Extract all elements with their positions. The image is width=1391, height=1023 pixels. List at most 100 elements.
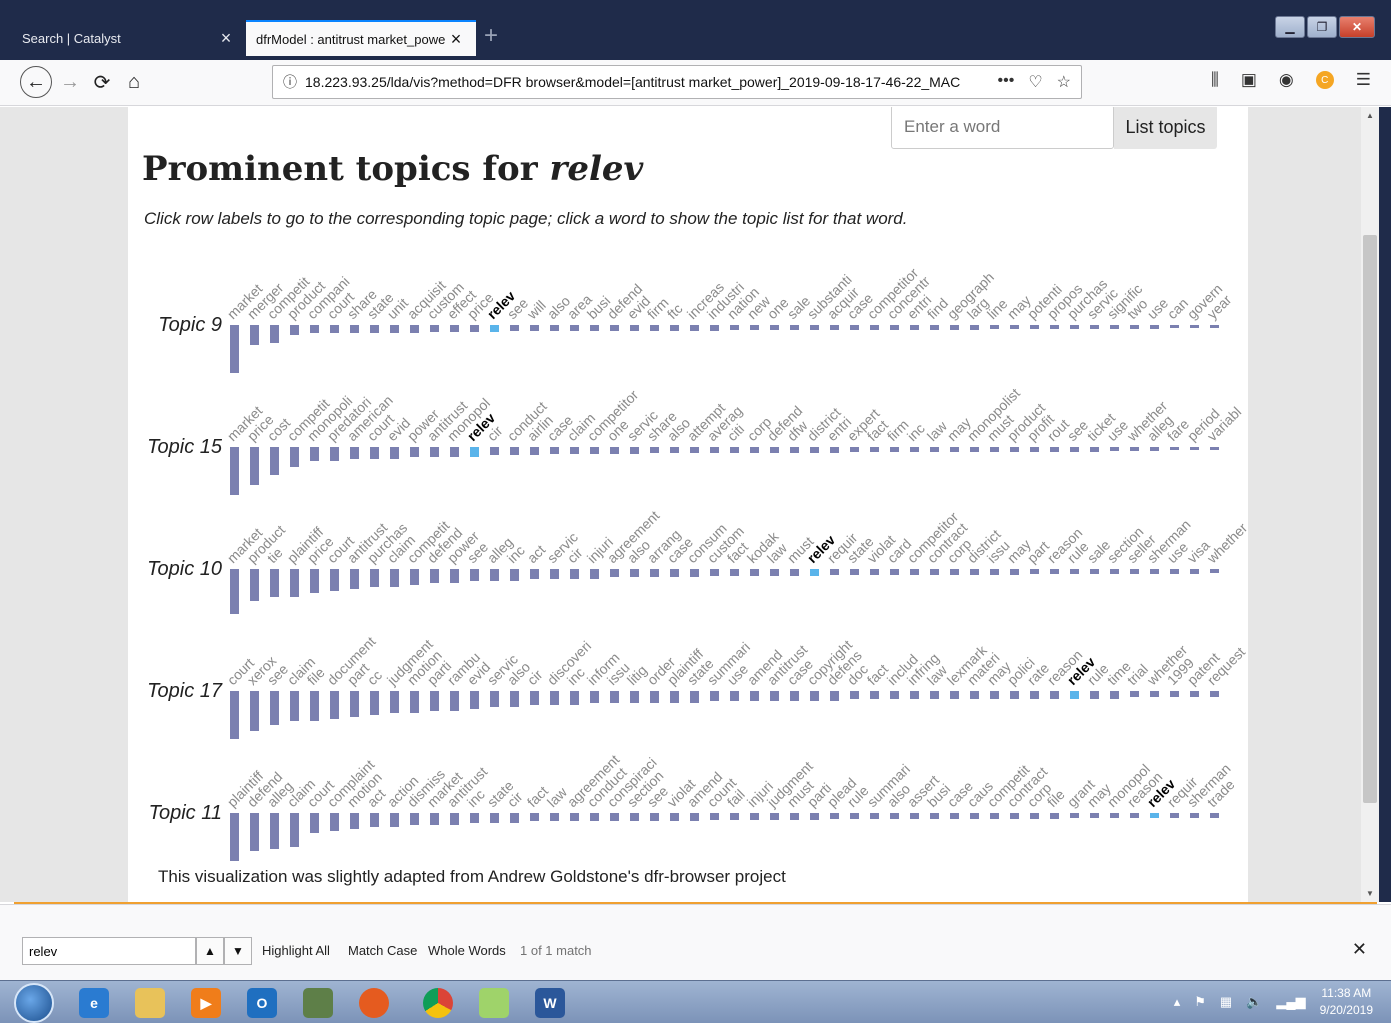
pocket-icon[interactable]: ♡ xyxy=(1028,72,1042,92)
list-topics-button[interactable]: List topics xyxy=(1114,107,1217,149)
reload-icon[interactable]: ⟳ xyxy=(88,68,116,96)
close-icon[interactable]: × xyxy=(216,28,236,49)
word-weight-bar xyxy=(830,569,839,575)
internet-explorer-icon[interactable]: e xyxy=(66,983,122,1023)
word-weight-bar xyxy=(1010,813,1019,819)
topic-row-label[interactable]: Topic 17 xyxy=(147,680,223,702)
topic-row-label[interactable]: Topic 10 xyxy=(147,558,222,580)
home-icon[interactable]: ⌂ xyxy=(120,68,148,96)
file-explorer-icon[interactable] xyxy=(122,983,178,1023)
network-icon[interactable]: ▦ xyxy=(1220,994,1232,1010)
scrollbar-thumb[interactable] xyxy=(1363,235,1377,803)
scroll-down-icon[interactable]: ▼ xyxy=(1361,889,1379,898)
word-weight-bar xyxy=(850,813,859,819)
bookmark-star-icon[interactable]: ☆ xyxy=(1057,72,1071,92)
account-icon[interactable]: ◉ xyxy=(1279,70,1294,90)
media-player-icon[interactable]: ▶ xyxy=(178,983,234,1023)
word-weight-bar xyxy=(590,447,599,454)
topic-word-link[interactable]: whether xyxy=(1203,519,1248,566)
word-weight-bar xyxy=(970,691,979,699)
word-weight-bar xyxy=(290,813,299,847)
word-weight-bar xyxy=(610,325,619,331)
find-input[interactable] xyxy=(22,937,196,965)
topic-row-label[interactable]: Topic 11 xyxy=(149,802,222,824)
minimize-icon[interactable]: ▁ xyxy=(1275,16,1305,38)
close-icon[interactable]: ✕ xyxy=(1352,939,1367,960)
word-weight-bar xyxy=(810,691,819,701)
word-weight-bar xyxy=(1210,569,1219,573)
word-weight-bar xyxy=(610,813,619,821)
page-title-prefix: Prominent topics for xyxy=(142,149,550,189)
outlook-icon[interactable]: O xyxy=(234,983,290,1023)
url-text[interactable]: 18.223.93.25/lda/vis?method=DFR browser&… xyxy=(305,74,988,90)
highlight-all-option[interactable]: Highlight All xyxy=(262,943,330,958)
topic-row-label[interactable]: Topic 9 xyxy=(158,314,222,336)
library-icon[interactable]: ⫼ xyxy=(1211,70,1219,90)
word-weight-bar xyxy=(410,691,419,713)
whole-words-option[interactable]: Whole Words xyxy=(428,943,506,958)
word-weight-bar xyxy=(790,447,799,453)
word-weight-bar xyxy=(530,447,539,455)
word-weight-bar xyxy=(450,813,459,825)
window-border xyxy=(1379,107,1391,902)
word-weight-bar xyxy=(410,569,419,585)
word-weight-bar xyxy=(790,691,799,701)
word-weight-bar xyxy=(1170,691,1179,697)
word-weight-bar xyxy=(1170,325,1179,328)
find-previous-icon[interactable]: ▲ xyxy=(196,937,224,965)
info-icon[interactable]: ⓘ xyxy=(283,72,305,92)
clock[interactable]: 11:38 AM 9/20/2019 xyxy=(1320,985,1373,1019)
extension-icon[interactable]: C xyxy=(1315,71,1334,89)
sidebar-icon[interactable]: ▣ xyxy=(1241,70,1257,90)
address-bar[interactable]: ⓘ 18.223.93.25/lda/vis?method=DFR browse… xyxy=(272,65,1082,99)
tab-dfrmodel[interactable]: dfrModel : antitrust market_power × xyxy=(246,20,476,56)
word-weight-bar xyxy=(890,691,899,699)
start-button[interactable] xyxy=(14,983,54,1023)
vertical-scrollbar[interactable]: ▲ ▼ xyxy=(1361,107,1379,902)
word-weight-bar xyxy=(550,325,559,331)
word-weight-bar xyxy=(350,569,359,589)
firefox-icon[interactable] xyxy=(346,983,402,1023)
word-weight-bar xyxy=(450,325,459,332)
word-weight-bar xyxy=(270,569,279,597)
scroll-up-icon[interactable]: ▲ xyxy=(1361,111,1379,120)
windows-app-icon[interactable] xyxy=(290,983,346,1023)
signal-icon[interactable]: ▂▄▆ xyxy=(1276,994,1305,1010)
close-icon[interactable]: × xyxy=(446,29,466,50)
word-weight-bar xyxy=(1150,325,1159,329)
word-weight-bar xyxy=(1090,325,1099,329)
word-weight-bar xyxy=(230,691,239,739)
flag-icon[interactable]: ⚑ xyxy=(1194,994,1206,1010)
word-weight-bar xyxy=(910,447,919,452)
restore-icon[interactable]: ❐ xyxy=(1307,16,1337,38)
word-weight-bar xyxy=(250,447,259,485)
tab-search-catalyst[interactable]: Search | Catalyst × xyxy=(12,20,246,56)
word-weight-bar xyxy=(810,325,819,330)
word-weight-bar xyxy=(970,813,979,819)
word-weight-bar xyxy=(630,325,639,331)
back-arrow-icon[interactable]: ← xyxy=(20,66,52,98)
find-next-icon[interactable]: ▼ xyxy=(224,937,252,965)
chrome-icon[interactable] xyxy=(410,983,466,1023)
page-actions-menu-icon[interactable]: ••• xyxy=(998,72,1015,92)
forward-arrow-icon[interactable]: → xyxy=(56,68,84,96)
window-close-icon[interactable]: ✕ xyxy=(1339,16,1375,38)
word-weight-bar xyxy=(1090,813,1099,818)
word-weight-bar xyxy=(1130,691,1139,697)
word-weight-bar xyxy=(1190,447,1199,450)
word-search-input[interactable] xyxy=(891,107,1114,149)
new-tab-icon[interactable]: + xyxy=(484,22,498,50)
word-weight-bar xyxy=(370,325,379,333)
word-weight-bar xyxy=(1170,813,1179,818)
hamburger-menu-icon[interactable]: ☰ xyxy=(1356,70,1371,90)
word-weight-bar xyxy=(990,813,999,819)
notes-app-icon[interactable] xyxy=(466,983,522,1023)
volume-icon[interactable]: 🔈 xyxy=(1246,994,1262,1010)
word-weight-bar xyxy=(710,447,719,453)
word-icon[interactable]: W xyxy=(522,983,578,1023)
word-weight-bar xyxy=(670,569,679,577)
match-case-option[interactable]: Match Case xyxy=(348,943,417,958)
tray-expand-icon[interactable]: ▴ xyxy=(1174,994,1181,1010)
word-weight-bar xyxy=(810,447,819,453)
topic-row-label[interactable]: Topic 15 xyxy=(147,436,223,458)
